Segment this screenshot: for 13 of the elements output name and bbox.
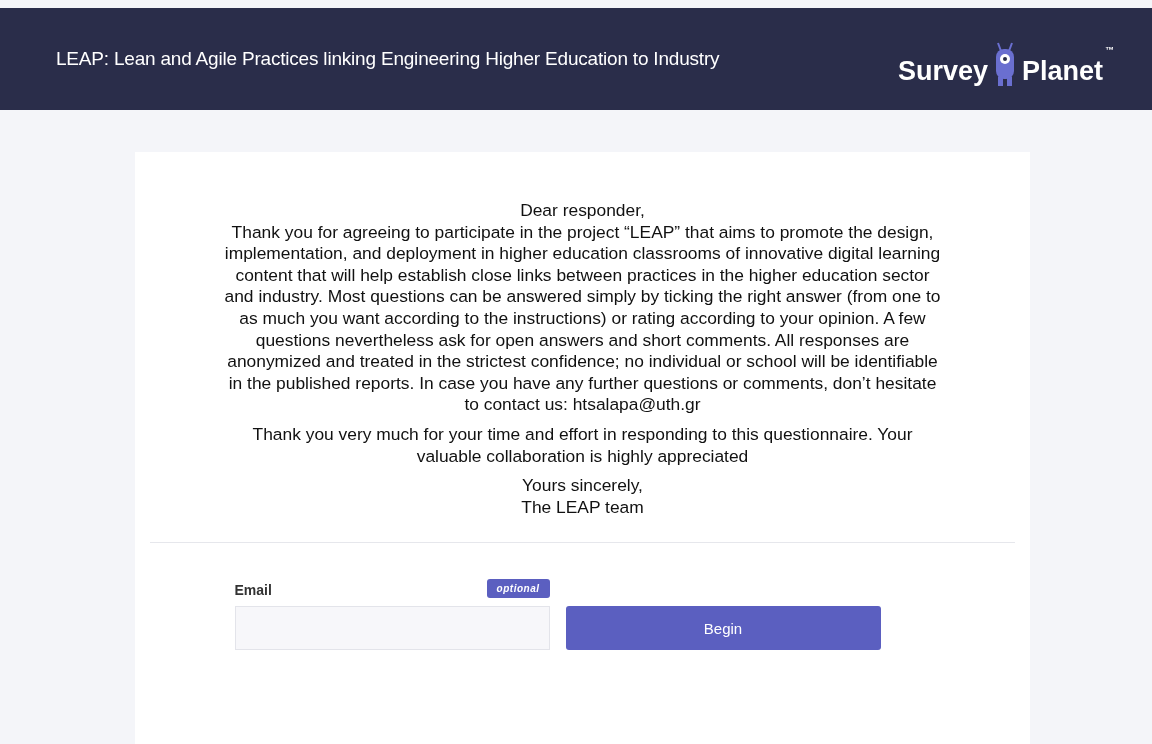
closing-text: Yours sincerely, — [521, 475, 644, 497]
closing-text: The LEAP team — [520, 496, 645, 519]
survey-title: LEAP: Lean and Agile Practices linking Engineering Higher Education to Industry — [56, 48, 720, 70]
logo-text: Planet — [1021, 56, 1103, 87]
logo-text: Survey — [897, 56, 988, 87]
begin-button[interactable]: Begin — [565, 606, 881, 651]
greeting-text: Dear responder, — [519, 200, 646, 222]
intro-paragraph: Thank you for agreeing to participate in the project “LEAP” that aims to promote the design, implementation, and deployment in higher education classrooms of innovative digital learning content that will help establish close links between practices in the higher education sector and industry. Most questions can be answered simply by ticking the right answer (from one to as much you want according to the instructions) or rating according to your opinion. A few questions nevertheless ask for open answers and short comments. All responses are anonymized and treated in the strictest confidence; no individual or school will be identifiable in the published reports. In case you have any further questions or comments, don’t hesitate to contact us: htsalapa@uth.gr — [223, 221, 942, 416]
email-label: Email — [234, 582, 272, 599]
trademark-mark: ™ — [1105, 45, 1114, 55]
thanks-paragraph: Thank you very much for your time and effort in responding to this questionnaire. Your valuable collaboration is highly appreciated — [251, 423, 914, 468]
optional-badge: optional — [486, 579, 550, 599]
email-field[interactable] — [234, 606, 550, 651]
